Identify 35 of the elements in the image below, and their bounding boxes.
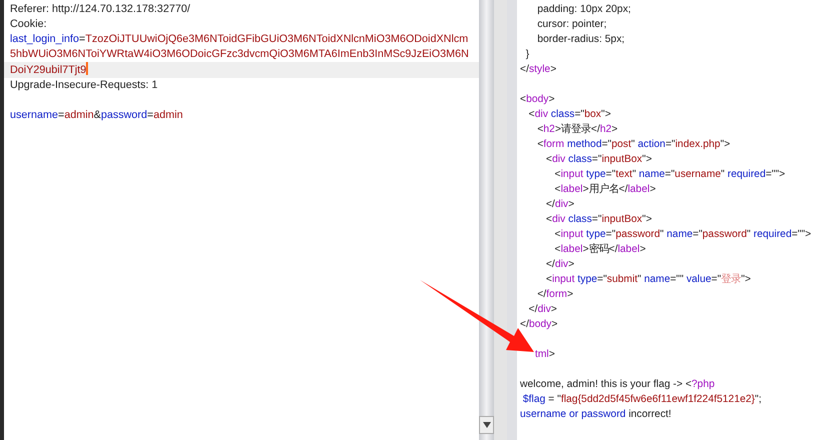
- response-line: </div>: [528, 303, 558, 317]
- response-line: }: [524, 48, 530, 62]
- response-line: </div>: [544, 258, 576, 272]
- response-line: </body>: [520, 318, 559, 332]
- response-line: <label>密码</label>: [554, 242, 647, 257]
- response-line: <input type="submit" name="" value="登录">: [544, 272, 752, 287]
- scrollbar[interactable]: [479, 0, 494, 440]
- response-line: <div class="box">: [528, 108, 612, 122]
- response-line: <h2>请登录</h2>: [536, 122, 619, 137]
- request-line: Referer: http://124.70.132.178:32770/: [9, 2, 192, 17]
- request-line: last_login_info=TzozOiJTUUwiOjQ6e3M6NToidGFibGUiO3M6NToidXNlcnMiO3M6ODoidXNlcm: [9, 32, 470, 47]
- response-line: welcome, admin! this is your flag -> <?php: [520, 378, 716, 392]
- response-line: <form method="post" action="index.php">: [536, 138, 732, 152]
- response-line: $flag = "flag{5dd2d5f45fw6e6f11ewf1f224f5121e2}";: [522, 393, 762, 407]
- response-line: <label>用户名</label>: [554, 182, 657, 197]
- request-line: 5hbWUiO3M6NToiYWRtaW4iO3M6ODoicGFzc3dvcmQiO3M6MTA6ImEnb3InMSc9JzEiO3M6N: [9, 47, 470, 62]
- request-line: Cookie:: [9, 17, 48, 32]
- response-line: </style>: [520, 63, 558, 77]
- down-triangle-icon: [482, 422, 490, 428]
- response-line: <div class="inputBox">: [544, 213, 653, 227]
- response-line: border-radius: 5px;: [536, 33, 626, 47]
- response-line: <input type="password" name="password" required="">: [554, 228, 812, 242]
- response-line: <body>: [520, 93, 556, 107]
- response-line: username or password incorrect!: [520, 408, 672, 422]
- request-line: username=admin&password=admin: [9, 108, 184, 123]
- response-line: <input type="text" name="username" required="">: [554, 168, 786, 182]
- scroll-down-button[interactable]: [479, 416, 494, 434]
- response-line: padding: 10px 20px;: [536, 3, 632, 17]
- request-line: Upgrade-Insecure-Requests: 1: [9, 78, 159, 93]
- response-line: <div class="inputBox">: [544, 153, 653, 167]
- text-cursor: [86, 62, 88, 75]
- response-line: tml>: [534, 348, 556, 362]
- response-line: </div>: [544, 198, 576, 212]
- response-line: cursor: pointer;: [536, 18, 608, 32]
- response-line: </form>: [536, 288, 574, 302]
